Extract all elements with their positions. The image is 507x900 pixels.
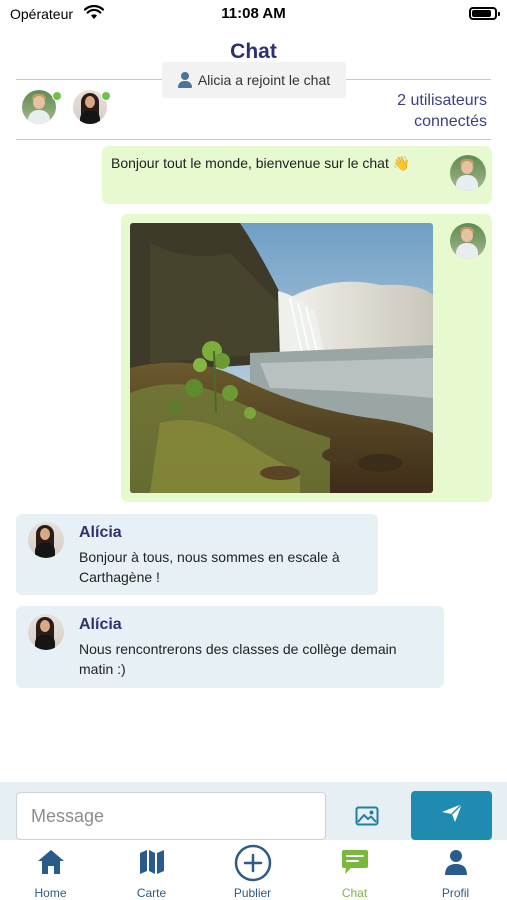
join-notification-text: Alicia a rejoint le chat <box>197 72 331 88</box>
tab-label: Carte <box>136 886 167 900</box>
avatar[interactable] <box>450 155 486 191</box>
status-bar: Opérateur 11:08 AM <box>0 0 507 30</box>
map-icon <box>138 848 166 881</box>
message-text: Nous rencontrerons des classes de collèg… <box>79 641 397 677</box>
message-text: Bonjour tout le monde, bienvenue sur le … <box>111 155 411 171</box>
user-icon <box>177 72 192 88</box>
send-icon <box>441 803 463 828</box>
online-indicator <box>52 91 62 101</box>
tab-profil[interactable]: Profil <box>405 840 506 900</box>
incoming-message: Alícia Bonjour à tous, nous sommes en es… <box>16 514 378 595</box>
battery-level <box>472 10 491 17</box>
sender-name: Alícia <box>79 524 122 541</box>
attach-image-button[interactable] <box>345 800 389 836</box>
tab-bar: Home Carte Publier Chat Profil <box>0 840 507 900</box>
status-time: 11:08 AM <box>221 5 286 22</box>
tab-label: Chat <box>341 886 368 900</box>
tab-label: Profil <box>441 886 470 900</box>
avatar[interactable] <box>22 90 56 124</box>
image-icon <box>355 806 379 831</box>
tab-home[interactable]: Home <box>0 840 101 900</box>
tab-publier[interactable]: Publier <box>202 840 303 900</box>
online-count-line: connectés <box>414 113 487 130</box>
outgoing-image-message <box>121 214 492 502</box>
tab-chat[interactable]: Chat <box>304 840 405 900</box>
chat-icon <box>341 848 369 881</box>
online-users-count: 2 utilisateurs connectés <box>397 90 487 132</box>
page-title: Chat <box>230 40 277 63</box>
waterfall-photo[interactable] <box>130 223 433 493</box>
avatar[interactable] <box>28 522 64 558</box>
header-divider <box>16 139 491 140</box>
message-composer <box>0 782 507 840</box>
incoming-message: Alícia Nous rencontrerons des classes de… <box>16 606 444 688</box>
send-button[interactable] <box>411 791 492 840</box>
plus-circle-icon <box>234 844 272 887</box>
message-input[interactable] <box>16 792 326 840</box>
home-icon <box>37 848 65 881</box>
tab-carte[interactable]: Carte <box>101 840 202 900</box>
avatar[interactable] <box>450 223 486 259</box>
message-text: Bonjour à tous, nous sommes en escale à … <box>79 549 340 585</box>
online-indicator <box>101 91 111 101</box>
sender-name: Alícia <box>79 616 122 633</box>
battery-icon <box>469 7 500 20</box>
tab-label: Home <box>34 886 67 900</box>
join-notification: Alicia a rejoint le chat <box>162 62 346 98</box>
avatar[interactable] <box>28 614 64 650</box>
tab-label: Publier <box>233 886 272 900</box>
outgoing-message: Bonjour tout le monde, bienvenue sur le … <box>102 146 492 204</box>
user-icon <box>442 848 470 881</box>
online-count-line: 2 utilisateurs <box>397 92 487 109</box>
